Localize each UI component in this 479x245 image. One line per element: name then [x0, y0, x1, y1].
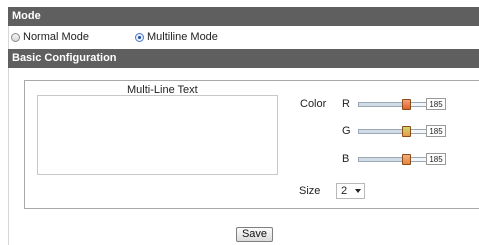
green-slider-thumb[interactable]	[402, 126, 412, 137]
green-slider[interactable]	[358, 126, 428, 137]
size-select-value: 2	[341, 185, 348, 197]
save-button[interactable]: Save	[236, 227, 273, 242]
normal-mode-label: Normal Mode	[23, 31, 90, 43]
blue-slider[interactable]	[358, 154, 428, 165]
chevron-down-icon	[355, 189, 361, 193]
red-slider-thumb[interactable]	[402, 99, 412, 110]
size-select[interactable]: 2	[336, 183, 365, 199]
green-value-box[interactable]: 185	[426, 125, 446, 137]
basic-configuration-header: Basic Configuration	[8, 49, 479, 68]
multiline-mode-label: Multiline Mode	[147, 31, 218, 43]
red-label: R	[342, 98, 350, 110]
blue-slider-thumb[interactable]	[402, 154, 412, 165]
mode-header: Mode	[8, 7, 479, 26]
blue-value-box[interactable]: 185	[426, 153, 446, 165]
red-slider[interactable]	[358, 99, 428, 110]
radio-button-unchecked[interactable]	[11, 32, 20, 42]
multi-line-text-input[interactable]	[37, 95, 278, 175]
blue-label: B	[342, 153, 350, 165]
normal-mode-radio[interactable]: Normal Mode	[11, 29, 89, 45]
color-label: Color	[300, 98, 327, 110]
green-label: G	[342, 125, 351, 137]
size-label: Size	[299, 185, 321, 197]
radio-button-checked[interactable]	[135, 32, 144, 42]
multiline-mode-radio[interactable]: Multiline Mode	[135, 29, 218, 45]
red-value-box[interactable]: 185	[426, 98, 446, 110]
